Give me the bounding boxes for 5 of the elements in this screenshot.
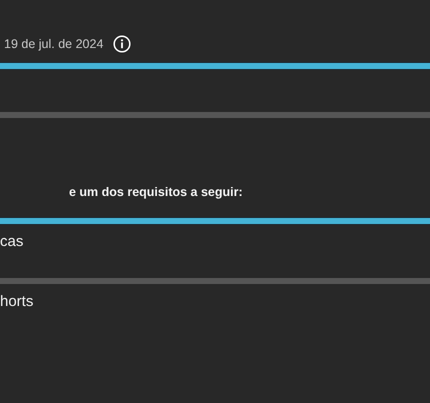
date-text: 19 de jul. de 2024 (4, 37, 104, 51)
info-icon[interactable] (113, 35, 132, 53)
requirement-text: e um dos requisitos a seguir: (69, 185, 243, 199)
requirement-label: horts (0, 293, 34, 310)
requirement-label: cas (0, 233, 24, 250)
